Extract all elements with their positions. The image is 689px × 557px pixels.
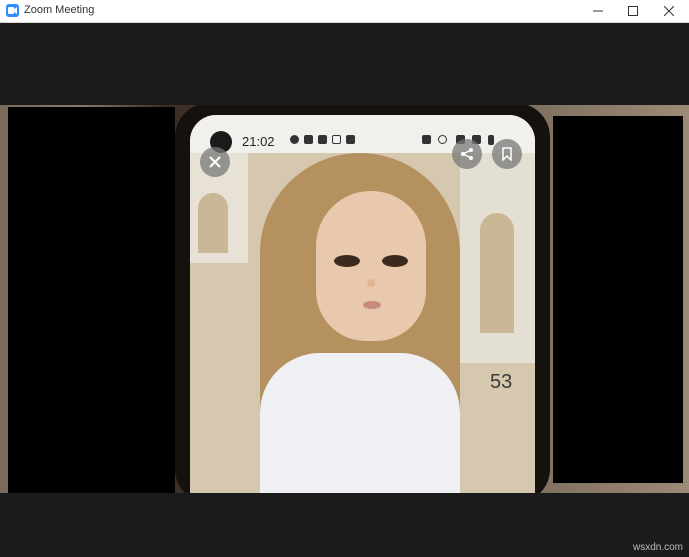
phone-screen: 21:02 53 bbox=[190, 115, 535, 493]
redaction-block-left bbox=[8, 107, 175, 493]
close-overlay-button bbox=[200, 147, 230, 177]
image-icon bbox=[318, 135, 327, 144]
battery-icon bbox=[488, 135, 494, 145]
image-icon bbox=[304, 135, 313, 144]
phone-in-video: 21:02 53 bbox=[175, 105, 550, 493]
nose bbox=[367, 279, 375, 287]
character-face bbox=[316, 191, 426, 341]
close-icon bbox=[209, 156, 221, 168]
mouth bbox=[363, 301, 381, 309]
phone-content-image: 53 bbox=[190, 139, 535, 493]
video-feed[interactable]: 21:02 53 bbox=[0, 105, 689, 493]
maximize-button[interactable] bbox=[615, 0, 650, 22]
partial-text: 53 bbox=[490, 371, 513, 393]
close-icon bbox=[663, 6, 674, 16]
share-icon bbox=[461, 148, 473, 160]
right-eye bbox=[382, 255, 408, 267]
check-icon bbox=[346, 135, 355, 144]
watermark-text: wsxdn.com bbox=[632, 542, 683, 553]
maximize-icon bbox=[627, 6, 638, 16]
share-overlay-button bbox=[452, 139, 482, 169]
bookmark-icon bbox=[502, 147, 512, 161]
status-time: 21:02 bbox=[242, 134, 275, 149]
title-bar: Zoom Meeting bbox=[0, 0, 689, 23]
instagram-icon bbox=[332, 135, 341, 144]
alarm-icon bbox=[422, 135, 431, 144]
window-title: Zoom Meeting bbox=[24, 4, 95, 16]
hotspot-icon bbox=[438, 135, 447, 144]
minimize-icon bbox=[592, 10, 603, 12]
a-icon bbox=[290, 135, 299, 144]
zoom-app-icon bbox=[6, 4, 19, 17]
background-shape bbox=[480, 213, 514, 333]
background-shape bbox=[198, 193, 228, 253]
character-sweater bbox=[260, 353, 460, 493]
close-button[interactable] bbox=[651, 0, 686, 22]
redaction-block-right bbox=[553, 116, 683, 483]
minimize-button[interactable] bbox=[580, 0, 615, 22]
phone-status-bar: 21:02 bbox=[190, 115, 535, 153]
bookmark-overlay-button bbox=[492, 139, 522, 169]
left-eye bbox=[334, 255, 360, 267]
